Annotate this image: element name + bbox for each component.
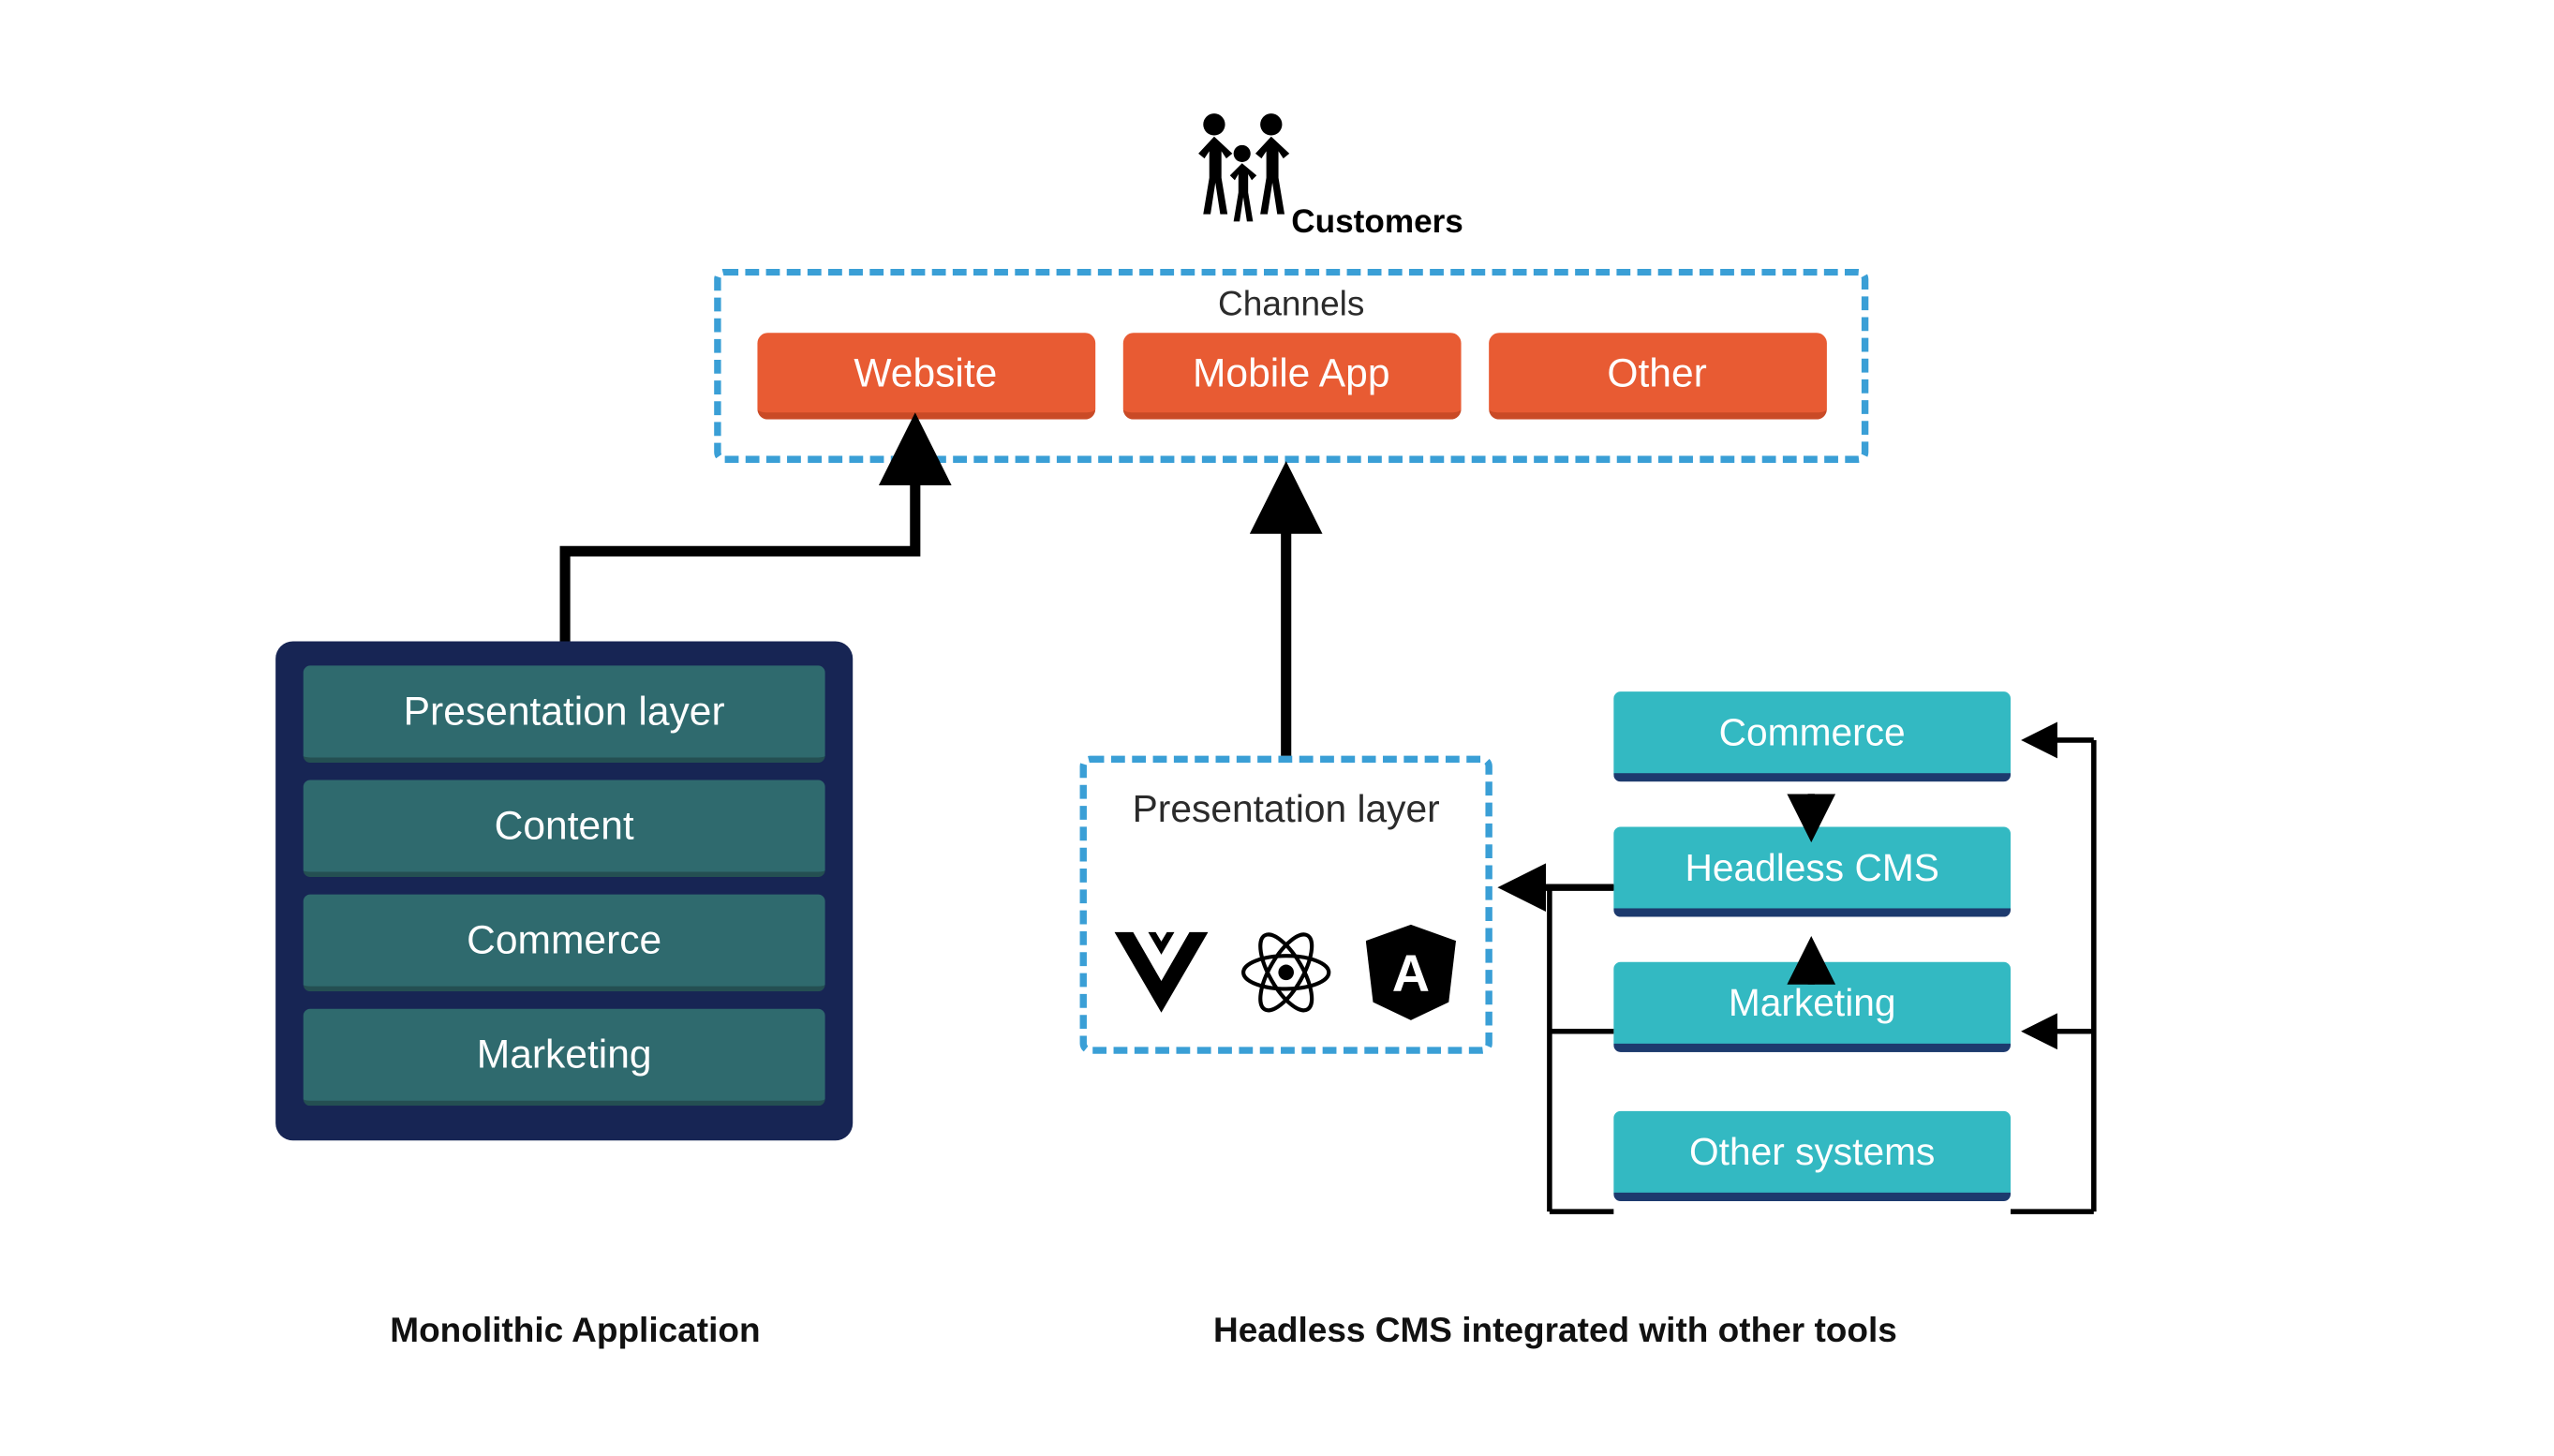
react-icon xyxy=(1236,922,1336,1022)
headless-stack: Commerce Headless CMS Marketing Other sy… xyxy=(1613,691,2011,1201)
framework-icons-row: A xyxy=(1111,922,1462,1022)
customers-icon-group xyxy=(1184,108,1306,230)
angular-icon: A xyxy=(1360,922,1461,1022)
mono-layer-presentation: Presentation layer xyxy=(304,665,825,763)
svg-text:A: A xyxy=(1392,943,1430,1003)
channels-container: Channels Website Mobile App Other xyxy=(714,269,1868,463)
mono-layer-marketing: Marketing xyxy=(304,1009,825,1107)
headless-box-headless-cms: Headless CMS xyxy=(1613,826,2011,916)
monolithic-container: Presentation layer Content Commerce Mark… xyxy=(275,642,853,1141)
headless-box-commerce: Commerce xyxy=(1613,691,2011,781)
vue-icon xyxy=(1111,922,1211,1022)
arrow-monolithic-to-website xyxy=(565,434,915,642)
headless-box-marketing: Marketing xyxy=(1613,962,2011,1052)
mono-layer-content: Content xyxy=(304,780,825,878)
presentation-layer-title: Presentation layer xyxy=(1133,787,1440,832)
channel-mobile-app: Mobile App xyxy=(1122,333,1461,420)
presentation-layer-container: Presentation layer xyxy=(1080,756,1492,1054)
channel-website: Website xyxy=(757,333,1095,420)
customers-label: Customers xyxy=(1291,204,1463,243)
headless-caption: Headless CMS integrated with other tools xyxy=(1213,1312,1897,1352)
headless-box-other-systems: Other systems xyxy=(1613,1111,2011,1201)
channels-row: Website Mobile App Other xyxy=(752,333,1831,420)
monolithic-caption: Monolithic Application xyxy=(390,1312,760,1352)
mono-layer-commerce: Commerce xyxy=(304,895,825,992)
channel-other: Other xyxy=(1488,333,1826,420)
channels-title: Channels xyxy=(1218,286,1364,326)
people-icon xyxy=(1184,108,1306,230)
